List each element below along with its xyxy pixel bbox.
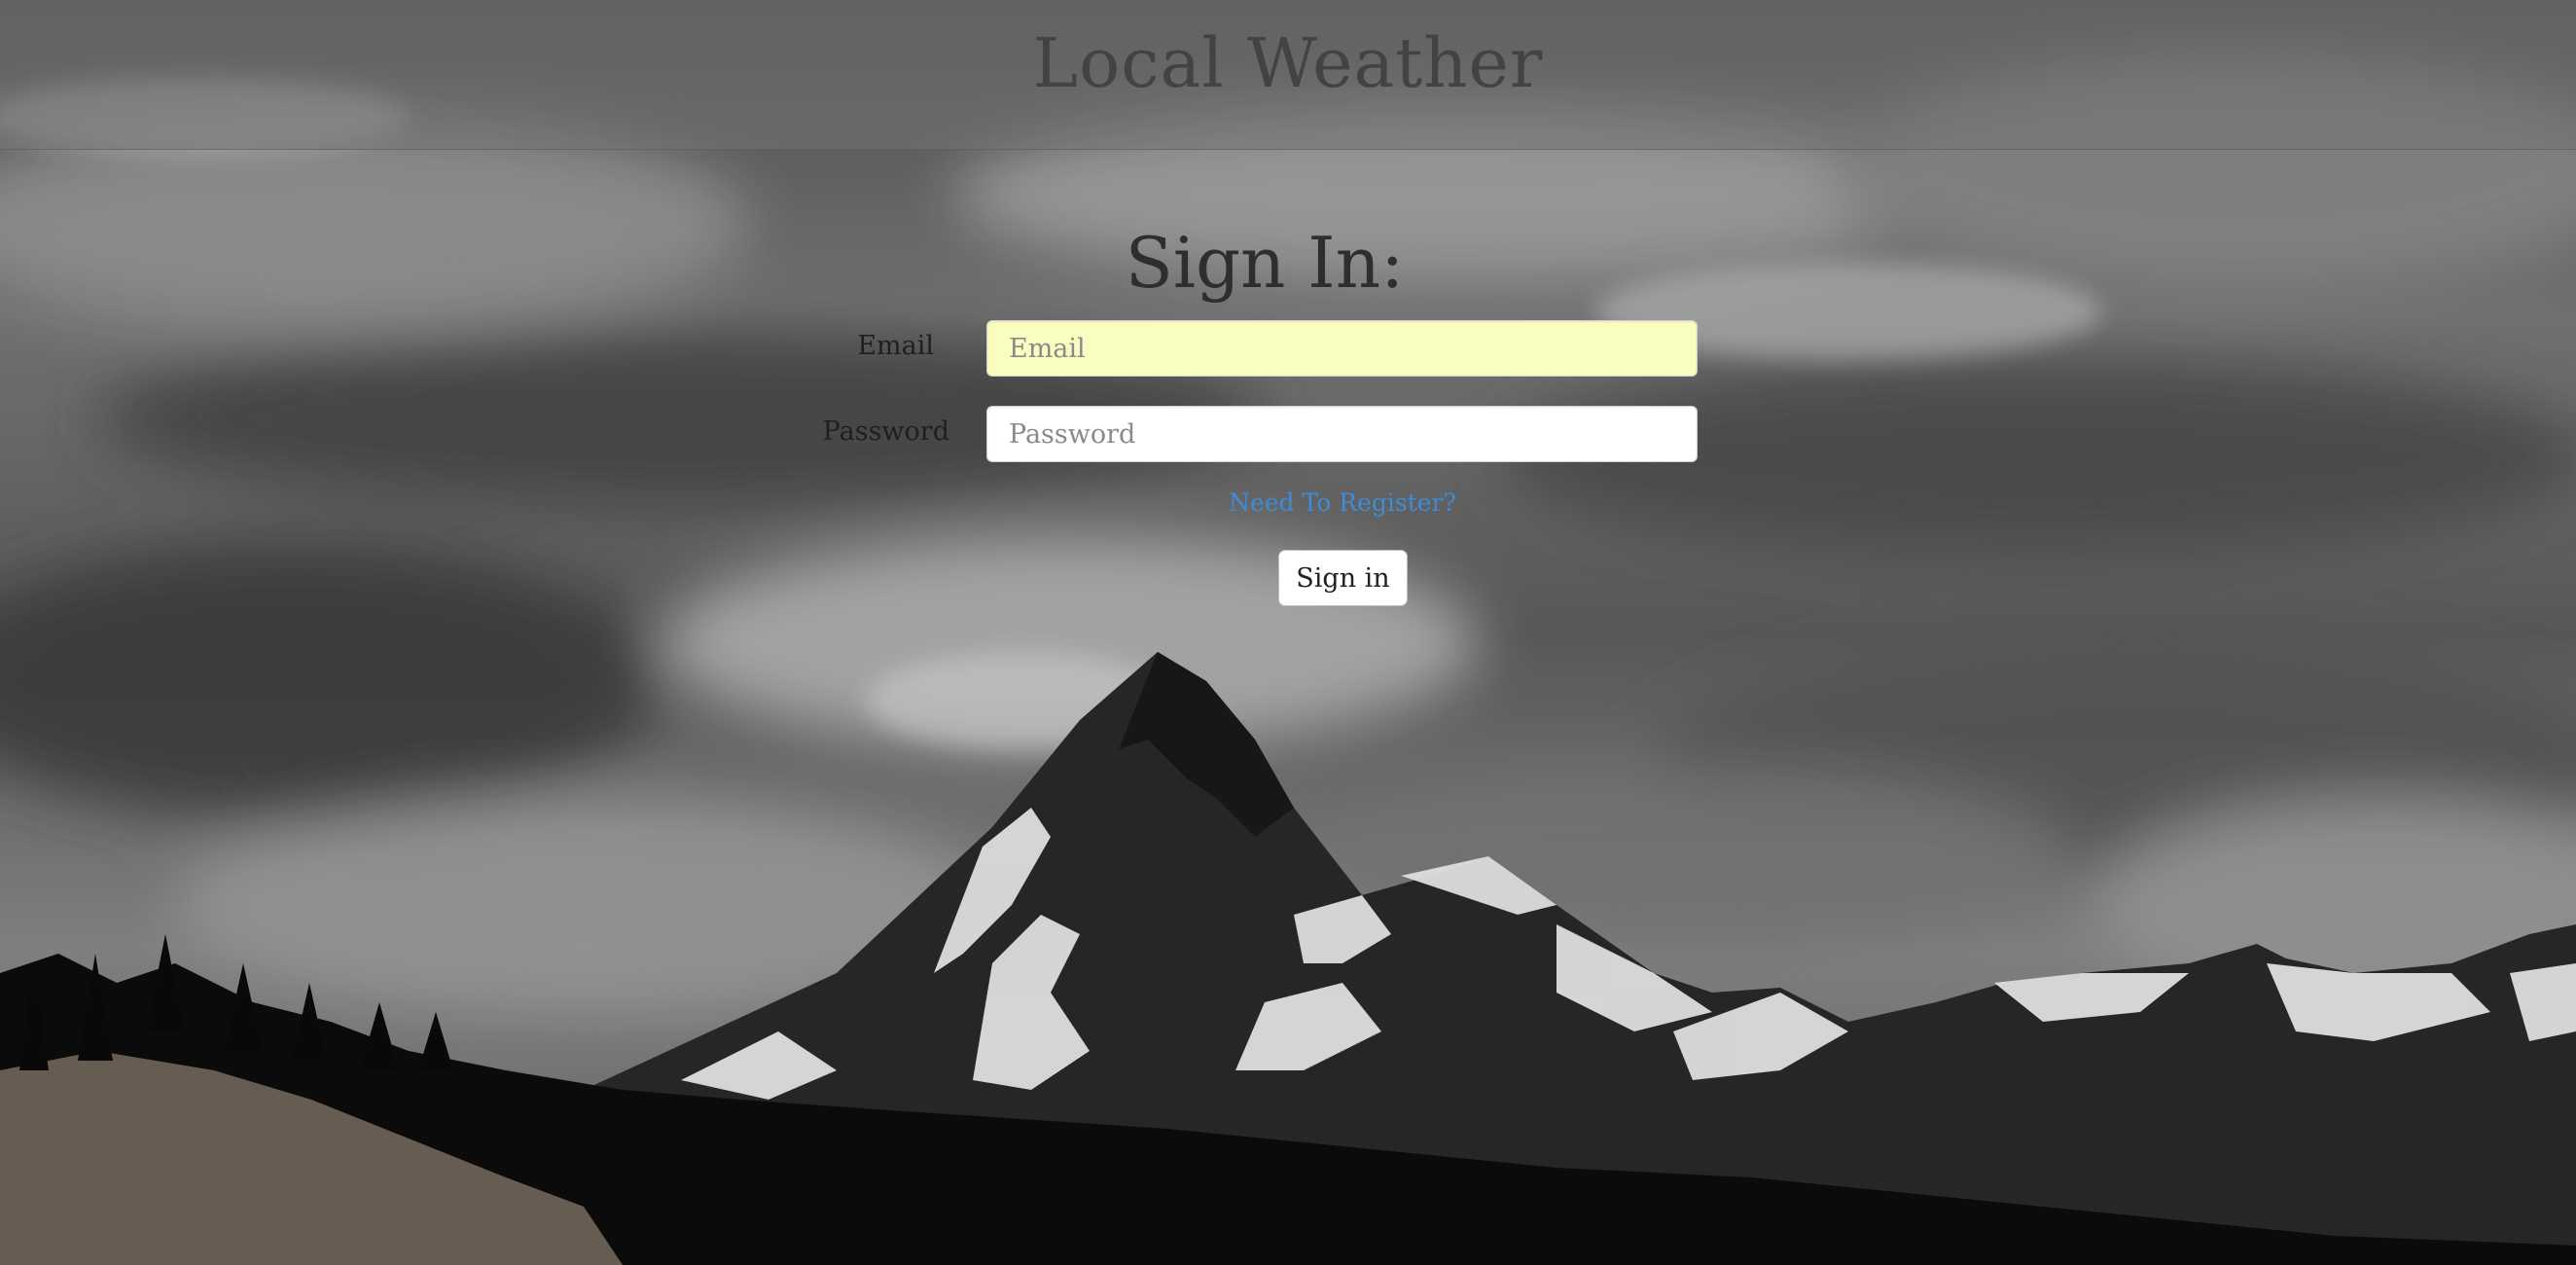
app-title: Local Weather bbox=[1032, 23, 1544, 103]
email-field[interactable] bbox=[986, 320, 1698, 377]
background-mountain-image bbox=[0, 0, 2576, 1265]
password-label: Password bbox=[822, 416, 949, 447]
signin-heading: Sign In: bbox=[1125, 222, 1405, 304]
app-header: Local Weather bbox=[0, 0, 2576, 150]
register-link[interactable]: Need To Register? bbox=[1167, 488, 1518, 517]
email-label: Email bbox=[857, 331, 934, 361]
signin-button[interactable]: Sign in bbox=[1278, 550, 1408, 606]
password-field[interactable] bbox=[986, 406, 1698, 462]
